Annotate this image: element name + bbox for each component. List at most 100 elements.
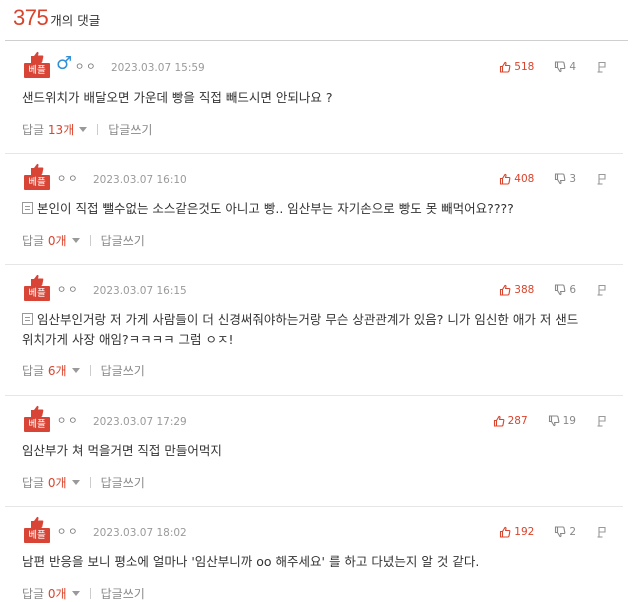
like-count: 287	[507, 415, 528, 427]
document-icon	[22, 202, 33, 214]
comment-line: 임산부인거랑 저 가게 사람들이 더 신경써줘야하는거랑 무슨 상관관계가 있음…	[22, 310, 613, 330]
reply-toggle[interactable]: 답글 0개	[22, 585, 80, 602]
comment-count-suffix: 개의 댓글	[50, 13, 101, 28]
best-badge: 베플	[24, 163, 50, 191]
comment-line-text: 임산부인거랑 저 가게 사람들이 더 신경써줘야하는거랑 무슨 상관관계가 있음…	[37, 312, 579, 327]
reply-count: 6개	[47, 364, 67, 378]
divider	[89, 365, 91, 376]
reply-toggle[interactable]: 답글 6개	[22, 362, 80, 379]
thumbs-up-icon	[31, 163, 44, 175]
thumbs-down-icon	[555, 526, 566, 538]
like-count: 408	[514, 173, 535, 185]
dislike-count: 2	[569, 526, 576, 538]
best-badge-label: 베플	[24, 528, 50, 543]
flag-icon	[597, 284, 606, 296]
comment-text: 임산부인거랑 저 가게 사람들이 더 신경써줘야하는거랑 무슨 상관관계가 있음…	[22, 310, 613, 350]
comment-text: 남편 반응을 보니 평소에 얼마나 '임산부니까 oo 해주세요' 를 하고 다…	[22, 552, 613, 572]
comment-author[interactable]: ㅇㅇ	[57, 174, 79, 186]
dislike-count: 19	[562, 415, 576, 427]
comment-line: 샌드위치가 배달오면 가운데 빵을 직접 빼드시면 안되나요 ?	[22, 90, 333, 105]
like-button[interactable]: 287	[493, 415, 528, 427]
reply-label: 답글	[22, 123, 45, 137]
comment-footer: 답글 0개 답글쓰기	[22, 585, 145, 602]
comment-actions: 408 3	[499, 173, 611, 185]
comment-footer: 답글 0개 답글쓰기	[22, 474, 145, 491]
comment-author[interactable]: ㅇㅇ	[57, 527, 79, 539]
comment-line: 남편 반응을 보니 평소에 얼마나 '임산부니까 oo 해주세요' 를 하고 다…	[22, 554, 480, 569]
reply-count: 0개	[47, 587, 67, 601]
comment-item: 베플 ㅇㅇ 2023.03.07 16:10 408 3 본인이 직접 뺄수없는…	[5, 153, 623, 265]
dislike-button[interactable]: 2	[554, 526, 576, 538]
divider	[89, 477, 91, 488]
write-reply-button[interactable]: 답글쓰기	[101, 362, 145, 379]
reply-label: 답글	[22, 364, 45, 378]
comment-item: 베플 ㅇㅇ 2023.03.07 17:29 287 19 임산부가 쳐 먹을거…	[5, 395, 623, 507]
reply-count: 13개	[47, 123, 75, 137]
report-button[interactable]	[596, 173, 611, 185]
comment-actions: 287 19	[493, 415, 611, 427]
report-button[interactable]	[596, 526, 611, 538]
dislike-button[interactable]: 6	[554, 284, 576, 296]
report-button[interactable]	[596, 284, 611, 296]
comment-date: 2023.03.07 18:02	[93, 527, 187, 539]
like-button[interactable]: 408	[499, 173, 534, 185]
comment-line: 본인이 직접 뺄수없는 소스같은것도 아니고 빵.. 임산부는 자기손으로 빵도…	[22, 199, 613, 219]
write-reply-button[interactable]: 답글쓰기	[101, 474, 145, 491]
like-button[interactable]: 192	[499, 526, 534, 538]
flag-icon	[597, 61, 606, 73]
document-icon	[22, 313, 33, 325]
dislike-count: 3	[569, 173, 576, 185]
reply-toggle[interactable]: 답글 0개	[22, 474, 80, 491]
best-badge-label: 베플	[24, 63, 50, 78]
thumbs-up-icon	[31, 274, 44, 286]
comment-item: 베플 ㅇㅇ 2023.03.07 18:02 192 2 남편 반응을 보니 평…	[5, 506, 623, 602]
comment-count: 375	[13, 5, 49, 30]
comment-actions: 192 2	[499, 526, 611, 538]
comment-author[interactable]: ㅇㅇ	[57, 416, 79, 428]
best-badge: 베플	[24, 516, 50, 544]
comment-text: 샌드위치가 배달오면 가운데 빵을 직접 빼드시면 안되나요 ?	[22, 88, 613, 108]
like-button[interactable]: 388	[499, 284, 534, 296]
like-count: 388	[514, 284, 535, 296]
report-button[interactable]	[596, 61, 611, 73]
write-reply-button[interactable]: 답글쓰기	[101, 232, 145, 249]
thumbs-down-icon	[548, 415, 560, 427]
reply-toggle[interactable]: 답글 0개	[22, 232, 80, 249]
best-badge: 베플	[24, 274, 50, 302]
write-reply-button[interactable]: 답글쓰기	[101, 585, 145, 602]
comment-footer: 답글 0개 답글쓰기	[22, 232, 145, 249]
best-badge: 베플	[24, 51, 50, 79]
divider	[89, 235, 91, 246]
divider	[89, 588, 91, 599]
comment-item: 베플 ㅇㅇ 2023.03.07 16:15 388 6 임산부인거랑 저 가게…	[5, 264, 623, 396]
dislike-button[interactable]: 4	[554, 61, 576, 73]
comment-footer: 답글 6개 답글쓰기	[22, 362, 145, 379]
thumbs-up-icon	[500, 284, 511, 296]
comment-date: 2023.03.07 16:10	[93, 174, 187, 186]
dislike-button[interactable]: 19	[548, 415, 576, 427]
like-button[interactable]: 518	[499, 61, 534, 73]
thumbs-up-icon	[500, 526, 511, 538]
comment-author[interactable]: ㅇㅇ	[75, 62, 97, 74]
comments-header: 375 개의 댓글	[13, 5, 100, 39]
reply-label: 답글	[22, 587, 45, 601]
report-button[interactable]	[596, 415, 611, 427]
comment-footer: 답글 13개 답글쓰기	[22, 121, 152, 138]
chevron-down-icon	[71, 591, 80, 596]
write-reply-button[interactable]: 답글쓰기	[108, 121, 152, 138]
comment-date: 2023.03.07 15:59	[111, 62, 205, 74]
comment-author[interactable]: ㅇㅇ	[57, 285, 79, 297]
flag-icon	[597, 173, 606, 185]
divider	[97, 124, 99, 135]
dislike-button[interactable]: 3	[554, 173, 576, 185]
best-badge-label: 베플	[24, 286, 50, 301]
thumbs-up-icon	[500, 173, 511, 185]
chevron-down-icon	[71, 480, 80, 485]
reply-toggle[interactable]: 답글 13개	[22, 121, 88, 138]
thumbs-up-icon	[31, 51, 44, 63]
best-badge-label: 베플	[24, 417, 50, 432]
thumbs-up-icon	[500, 61, 511, 73]
reply-label: 답글	[22, 476, 45, 490]
comment-line-text: 본인이 직접 뺄수없는 소스같은것도 아니고 빵.. 임산부는 자기손으로 빵도…	[37, 201, 514, 216]
like-count: 192	[514, 526, 535, 538]
